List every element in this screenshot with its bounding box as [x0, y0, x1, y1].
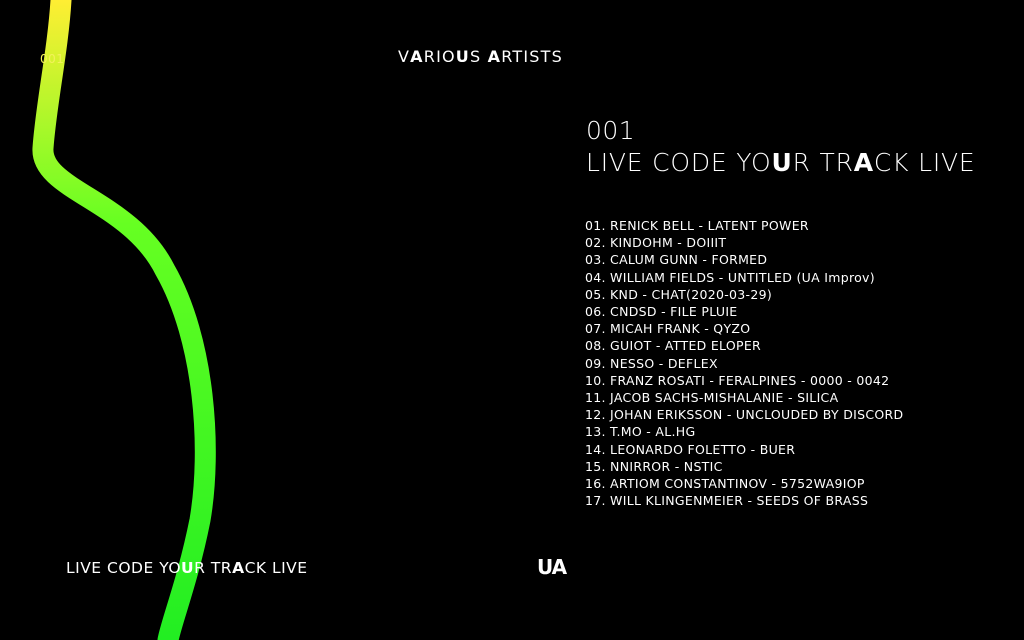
catalog-number: 001 [586, 116, 636, 145]
title-segment: A [487, 47, 502, 66]
track-item: 06. CNDSD - FILE PLUIE [585, 304, 738, 320]
catalog-number-small: 001 [40, 52, 65, 66]
title-segment: R TR [792, 148, 854, 177]
title-segment: RIO [423, 47, 456, 66]
title-segment: LIVE CODE YO [66, 559, 182, 577]
label-logo: UA [537, 555, 567, 579]
track-item: 04. WILLIAM FIELDS - UNTITLED (UA Improv… [585, 269, 875, 285]
album-title: LIVE CODE YOUR TRACK LIVE [586, 148, 976, 177]
tracklist: 01. RENICK BELL - LATENT POWER 02. KINDOH… [585, 217, 903, 509]
track-item: 09. NESSO - DEFLEX [585, 355, 718, 371]
track-item: 11. JACOB SACHS-MISHALANIE - SILICA [585, 390, 839, 406]
title-segment: A [853, 148, 874, 177]
track-item: 17. WILL KLINGENMEIER - SEEDS OF BRASS [585, 493, 869, 509]
track-item: 02. KINDOHM - DOIIIT [585, 235, 727, 251]
track-item: 13. T.MO - AL.HG [585, 424, 696, 440]
track-item: 16. ARTIOM CONSTANTINOV - 5752WA9IOP [585, 476, 865, 492]
title-segment: CK LIVE [244, 559, 308, 577]
title-segment: RTISTS [501, 47, 563, 66]
title-segment: A [410, 47, 424, 66]
title-segment: V [398, 47, 411, 66]
track-item: 05. KND - CHAT(2020-03-29) [585, 286, 773, 302]
neon-curve-path [32, 0, 216, 640]
track-item: 15. NNIRROR - NSTIC [585, 458, 723, 474]
artist-header: VARIOUS ARTISTS [398, 47, 563, 66]
title-segment: U [455, 47, 470, 66]
title-segment: U [771, 148, 793, 177]
track-item: 03. CALUM GUNN - FORMED [585, 252, 768, 268]
title-segment: CK LIVE [873, 148, 976, 177]
track-item: 07. MICAH FRANK - QYZO [585, 321, 751, 337]
title-segment: A [232, 559, 245, 577]
title-segment: S [469, 47, 488, 66]
track-item: 14. LEONARDO FOLETTO - BUER [585, 441, 796, 457]
track-item: 10. FRANZ ROSATI - FERALPINES - 0000 - 0… [585, 372, 890, 388]
track-item: 01. RENICK BELL - LATENT POWER [585, 218, 809, 233]
album-title-footer: LIVE CODE YOUR TRACK LIVE [66, 559, 308, 577]
title-segment: LIVE CODE YO [586, 148, 772, 177]
album-cover: 001 VARIOUS ARTISTS 001 LIVE CODE YOUR T… [0, 0, 1024, 640]
track-item: 12. JOHAN ERIKSSON - UNCLOUDED BY DISCOR… [585, 407, 904, 423]
title-segment: R TR [194, 559, 233, 577]
track-item: 08. GUIOT - ATTED ELOPER [585, 338, 762, 354]
title-segment: U [181, 559, 195, 577]
